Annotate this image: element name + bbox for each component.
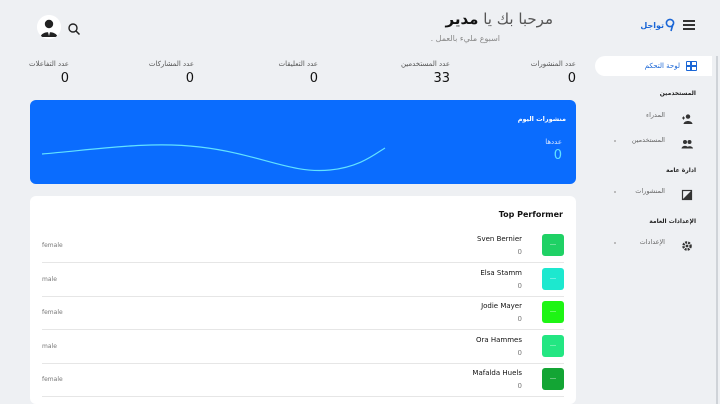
expand-dot-icon (614, 191, 616, 193)
performer-score: 0 (517, 315, 522, 323)
sidebar-section-general: ادارة عامة (666, 167, 696, 174)
performer-gender: female (42, 376, 63, 383)
sparkline-chart (41, 144, 386, 172)
performer-avatar (542, 301, 564, 323)
today-posts-card: منشورات اليوم عددها 0 (30, 100, 576, 184)
performer-score: 0 (517, 382, 522, 390)
list-item[interactable]: female Jodie Mayer 0 (42, 297, 564, 330)
performer-gender: male (42, 342, 57, 350)
user-avatar-icon[interactable] (37, 15, 61, 39)
performer-avatar (542, 368, 564, 390)
stat-value: 0 (567, 71, 576, 86)
sidebar-item-admins[interactable]: المدراء (608, 109, 696, 124)
sidebar-item-users[interactable]: المستخدمين (608, 134, 696, 149)
hamburger-menu-icon[interactable] (683, 20, 695, 30)
performer-avatar (542, 234, 564, 256)
stat-label: عدد التعليقات (278, 60, 318, 68)
logo-text: تواجل (640, 21, 664, 30)
stat-posts: عدد المنشورات 0 (531, 60, 576, 86)
stat-value: 33 (433, 71, 450, 86)
sparkline-line (41, 144, 386, 172)
performer-score: 0 (517, 348, 522, 357)
sidebar-item-label: الإعدادات (639, 238, 665, 246)
card-title: منشورات اليوم (517, 115, 566, 123)
performer-score: 0 (517, 248, 522, 256)
stat-interactions: عدد التفاعلات 0 (29, 60, 69, 86)
sidebar: لوحة التحكم المستخدمين المدراء المستخدمي… (590, 56, 718, 404)
dashboard-grid-icon (686, 61, 697, 71)
sidebar-item-settings[interactable]: الإعدادات (608, 236, 696, 251)
sidebar-item-label: المستخدمين (631, 136, 665, 144)
greeting-prefix: مرحبا بك يا (483, 10, 553, 28)
sidebar-section-users: المستخدمين (659, 90, 696, 97)
list-item[interactable]: female Mafalda Huels 0 (42, 364, 564, 397)
performer-avatar (542, 267, 564, 290)
app-frame: مرحبا بك يا مدير اسبوع مليء بالعمل . توا… (0, 0, 718, 404)
stat-comments: عدد التعليقات 0 (279, 60, 318, 86)
stat-label: عدد التفاعلات (28, 60, 69, 68)
list-item[interactable]: male Ora Hammes 0 (42, 331, 564, 364)
performer-name: Jodie Mayer (481, 302, 522, 310)
greeting-name: مدير (445, 10, 479, 28)
expand-dot-icon (614, 140, 616, 142)
page-title: مرحبا بك يا مدير (446, 10, 553, 28)
app-logo[interactable]: تواجل (636, 16, 676, 34)
sidebar-item-dashboard[interactable]: لوحة التحكم (595, 56, 712, 76)
gear-icon (681, 237, 693, 251)
list-item[interactable]: male Elsa Stamm 0 (42, 264, 564, 297)
post-icon (681, 186, 693, 201)
performer-gender: female (42, 309, 63, 316)
performer-name: Mafalda Huels (472, 369, 522, 377)
card-title: Top Performer (498, 210, 563, 219)
sidebar-item-label: المدراء (646, 111, 665, 119)
performer-avatar (542, 334, 564, 357)
sidebar-section-settings: الإعدادات العامة (649, 218, 696, 225)
top-performer-card: Top Performer female Sven Bernier 0 male Els… (30, 196, 576, 404)
count-label: عددها (545, 138, 562, 146)
stats-row: عدد المنشورات 0 عدد المستخدمين 33 عدد ال… (29, 60, 576, 94)
stat-users: عدد المستخدمين 33 (401, 60, 450, 86)
stat-value: 0 (185, 71, 194, 86)
stat-shares: عدد المشاركات 0 (149, 60, 194, 86)
page-subtitle: اسبوع مليء بالعمل . (430, 34, 500, 43)
stat-label: عدد المنشورات (530, 60, 576, 68)
performer-name: Ora Hammes (475, 335, 522, 344)
sidebar-item-posts[interactable]: المنشورات (608, 185, 696, 201)
stat-value: 0 (309, 71, 318, 86)
expand-dot-icon (614, 242, 616, 244)
sidebar-item-label: المنشورات (635, 187, 665, 195)
person-add-icon (681, 110, 693, 124)
stat-label: عدد المشاركات (148, 60, 194, 68)
search-icon[interactable] (67, 21, 81, 36)
list-item[interactable]: female Sven Bernier 0 (42, 230, 564, 263)
performer-name: Sven Bernier (477, 235, 522, 243)
count-value: 0 (553, 148, 562, 163)
performer-gender: male (42, 275, 57, 283)
performer-score: 0 (517, 281, 522, 290)
stat-value: 0 (60, 71, 69, 86)
sidebar-item-label: لوحة التحكم (644, 62, 680, 70)
people-icon (681, 135, 693, 149)
stat-label: عدد المستخدمين (400, 60, 450, 68)
top-bar: مرحبا بك يا مدير اسبوع مليء بالعمل . توا… (0, 0, 718, 56)
performer-gender: female (42, 242, 63, 249)
performer-name: Elsa Stamm (480, 268, 522, 277)
